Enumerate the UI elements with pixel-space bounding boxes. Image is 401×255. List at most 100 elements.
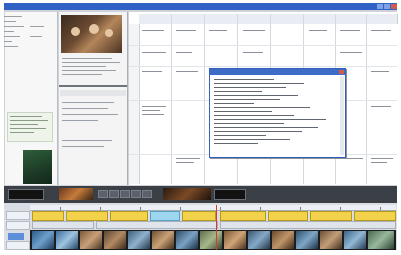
film-frame[interactable] (296, 231, 318, 249)
table-cell[interactable] (142, 110, 160, 111)
subtitle-clip[interactable] (32, 211, 64, 221)
log-dialog (209, 68, 346, 158)
subtitle-clip[interactable] (354, 211, 396, 221)
table-cell[interactable] (176, 158, 200, 159)
column-header[interactable] (238, 14, 271, 24)
table-cell[interactable] (371, 162, 387, 163)
list-text (62, 102, 114, 103)
film-frame[interactable] (320, 231, 342, 249)
ruler-tick (140, 207, 141, 210)
transport-button[interactable] (142, 190, 152, 198)
table-cell[interactable] (343, 158, 363, 159)
maximize-icon[interactable] (384, 4, 390, 9)
column-header[interactable] (139, 14, 172, 24)
properties-text (4, 16, 22, 17)
rewind-icon[interactable] (98, 190, 108, 198)
close-icon[interactable] (391, 4, 397, 9)
clip-thumbnail[interactable] (59, 188, 93, 200)
list-text (62, 146, 104, 147)
video-figure (105, 29, 113, 37)
film-frame[interactable] (248, 231, 270, 249)
film-frame[interactable] (224, 231, 246, 249)
film-frame[interactable] (344, 231, 366, 249)
clip-description (62, 62, 120, 63)
clip-thumbnail[interactable] (163, 188, 211, 200)
subtitle-clip[interactable] (268, 211, 308, 221)
stop-icon[interactable] (120, 190, 130, 198)
film-frame[interactable] (80, 231, 102, 249)
film-frame[interactable] (104, 231, 126, 249)
table-cell[interactable] (176, 162, 194, 163)
minimize-icon[interactable] (377, 4, 383, 9)
dialog-title-bar[interactable] (210, 69, 345, 75)
film-frame[interactable] (152, 231, 174, 249)
notes-text (10, 120, 48, 121)
close-icon[interactable] (339, 70, 344, 74)
track-label[interactable] (6, 221, 30, 230)
table-cell[interactable] (243, 30, 265, 31)
video-track-icon[interactable] (8, 233, 24, 240)
row-divider (129, 45, 397, 46)
table-cell[interactable] (142, 114, 164, 115)
film-frame[interactable] (32, 231, 54, 249)
subtitle-clip[interactable] (182, 211, 216, 221)
column-header[interactable] (205, 14, 238, 24)
timeline-playhead[interactable] (216, 205, 217, 250)
table-cell[interactable] (371, 30, 391, 31)
audio-clip[interactable] (220, 221, 396, 229)
table-cell[interactable] (176, 30, 196, 31)
column-header[interactable] (336, 14, 367, 24)
properties-text (4, 21, 16, 22)
film-frame[interactable] (128, 231, 150, 249)
table-cell[interactable] (176, 52, 192, 53)
table-cell[interactable] (142, 30, 164, 31)
dialog-text-line (214, 79, 274, 80)
table-cell[interactable] (371, 71, 389, 72)
column-header[interactable] (271, 14, 304, 24)
list-text (62, 120, 98, 121)
table-cell[interactable] (309, 30, 327, 31)
table-cell[interactable] (142, 52, 166, 53)
subtitle-clip[interactable] (110, 211, 148, 221)
film-frame[interactable] (200, 231, 222, 249)
panel-divider (59, 85, 127, 87)
column-header[interactable] (172, 14, 205, 24)
film-frame[interactable] (176, 231, 198, 249)
subtitle-clip[interactable] (150, 211, 180, 221)
ruler-tick (100, 207, 101, 210)
column-header[interactable] (367, 14, 398, 24)
film-frame[interactable] (272, 231, 294, 249)
track-label[interactable] (6, 241, 30, 250)
film-frame[interactable] (368, 231, 394, 249)
properties-text (4, 46, 18, 47)
dialog-scrollbar[interactable] (340, 76, 344, 155)
list-text (62, 140, 112, 141)
table-cell[interactable] (142, 71, 162, 72)
ruler-tick (260, 207, 261, 210)
preview-thumbnail[interactable] (23, 150, 52, 184)
column-divider (171, 14, 172, 184)
table-cell[interactable] (371, 106, 391, 107)
subtitle-clip[interactable] (220, 211, 266, 221)
audio-clip[interactable] (32, 221, 94, 229)
column-header[interactable] (304, 14, 336, 24)
table-cell[interactable] (176, 71, 198, 72)
forward-icon[interactable] (131, 190, 141, 198)
table-cell[interactable] (371, 158, 393, 159)
table-cell[interactable] (340, 52, 362, 53)
ruler-tick (180, 207, 181, 210)
properties-text (4, 36, 20, 37)
table-cell[interactable] (243, 52, 263, 53)
table-cell[interactable] (340, 30, 360, 31)
subtitle-clip[interactable] (66, 211, 108, 221)
ruler-tick (340, 207, 341, 210)
subtitle-clip[interactable] (310, 211, 352, 221)
video-preview[interactable] (61, 15, 122, 53)
table-cell[interactable] (142, 106, 166, 107)
play-icon[interactable] (109, 190, 119, 198)
film-frame[interactable] (56, 231, 78, 249)
column-divider (204, 14, 205, 184)
track-label[interactable] (6, 211, 30, 220)
audio-clip[interactable] (96, 221, 218, 229)
table-cell[interactable] (209, 30, 227, 31)
